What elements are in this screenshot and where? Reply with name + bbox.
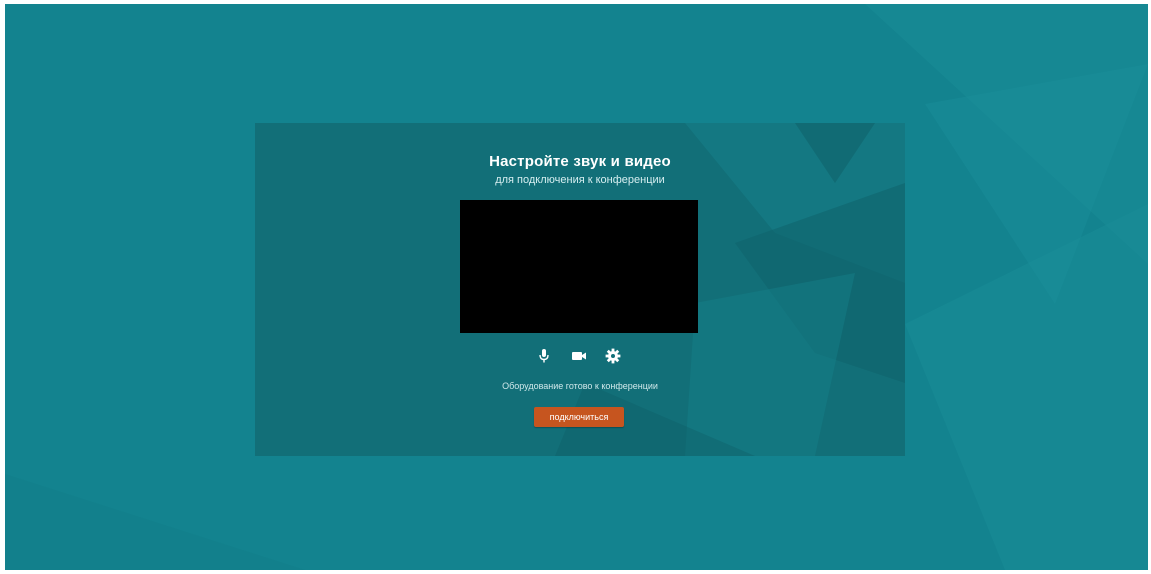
conference-setup-screen: Настройте звук и видео для подключения к… (5, 4, 1148, 570)
video-preview (460, 200, 698, 333)
join-button[interactable]: подключиться (534, 407, 624, 427)
media-controls (530, 347, 630, 365)
setup-panel: Настройте звук и видео для подключения к… (255, 123, 905, 456)
setup-subtitle: для подключения к конференции (495, 174, 665, 186)
status-text: Оборудование готово к конференции (502, 381, 658, 391)
gear-icon[interactable] (604, 347, 622, 365)
setup-title: Настройте звук и видео (489, 153, 671, 170)
camera-icon[interactable] (570, 347, 588, 365)
microphone-icon[interactable] (535, 347, 553, 365)
